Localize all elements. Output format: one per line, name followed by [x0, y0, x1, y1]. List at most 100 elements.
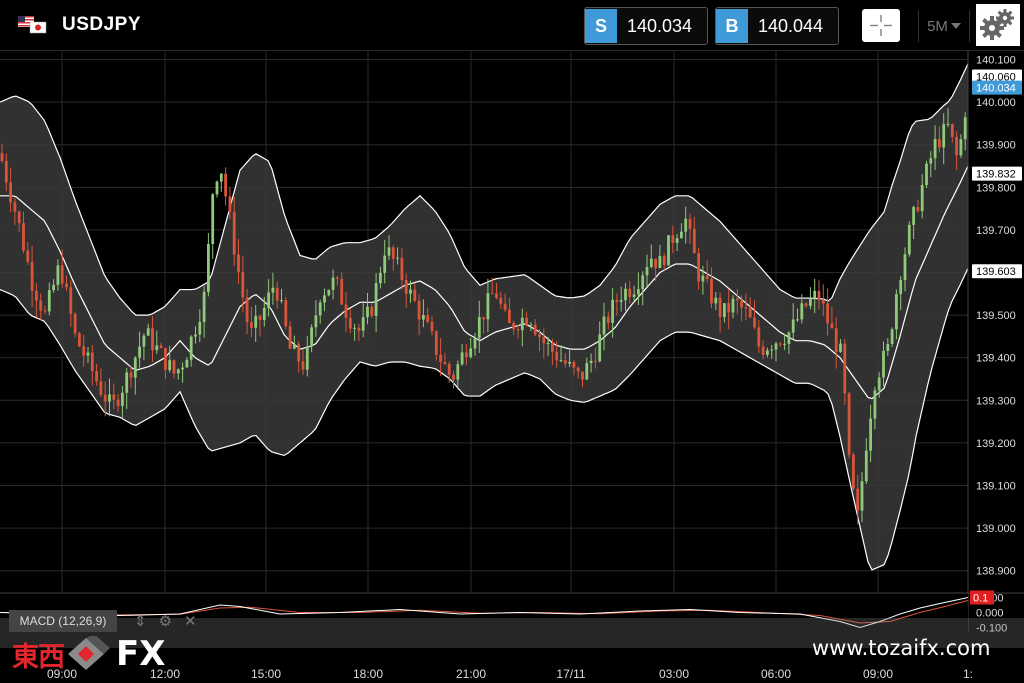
dropdown-arrow-icon	[950, 23, 961, 29]
price-marker-label: 140.034	[976, 83, 1016, 95]
candle-body	[4, 161, 8, 183]
candle-body	[920, 184, 924, 212]
time-axis-label: 09:00	[863, 667, 893, 681]
candle-body	[718, 297, 722, 318]
candle-body	[413, 289, 417, 302]
candle-body	[336, 277, 339, 279]
candle-body	[39, 300, 43, 311]
candle-body	[787, 332, 791, 344]
candle-body	[43, 310, 47, 312]
candle-body	[895, 294, 898, 330]
symbol-title[interactable]: USDJPY	[62, 14, 141, 36]
candle-body	[701, 275, 705, 282]
candle-body	[929, 158, 933, 164]
candle-body	[60, 265, 64, 284]
candle-body	[873, 390, 877, 419]
candle-body	[925, 163, 928, 185]
candle-body	[533, 324, 537, 335]
candle-body	[800, 303, 804, 320]
candle-body	[379, 272, 382, 284]
chart-settings-button[interactable]	[976, 4, 1020, 46]
buy-quote-button[interactable]: B 140.044	[715, 7, 839, 45]
candle-body	[327, 289, 331, 296]
candle-body	[280, 300, 283, 302]
price-tick-label: 139.500	[976, 310, 1016, 322]
macd-axis-label: 0.000	[976, 608, 1004, 620]
candle-body	[572, 361, 576, 368]
crosshair-icon	[870, 15, 892, 36]
candle-body	[469, 348, 473, 358]
candle-body	[452, 374, 455, 380]
candle-body	[942, 124, 946, 148]
candle-body	[35, 290, 38, 301]
candle-body	[761, 346, 765, 355]
candle-body	[933, 138, 937, 159]
candle-body	[525, 317, 528, 326]
candle-body	[254, 315, 258, 328]
price-tick-label: 139.300	[976, 395, 1016, 407]
macd-settings-gear-icon[interactable]: ⚙	[159, 612, 172, 630]
candle-body	[959, 139, 963, 156]
candle-body	[241, 272, 245, 298]
macd-label[interactable]: MACD (12,26,9)	[9, 610, 117, 632]
candle-body	[594, 360, 597, 362]
candle-body	[181, 367, 184, 370]
candle-body	[886, 344, 890, 351]
candle-body	[103, 394, 107, 402]
candle-body	[684, 218, 688, 232]
candle-body	[465, 352, 468, 358]
candle-body	[9, 182, 12, 203]
top-bar: USDJPY S 140.034 B 140.044 5M	[0, 0, 1024, 51]
candle-body	[361, 317, 365, 331]
candle-body	[344, 304, 348, 318]
candle-body	[473, 338, 477, 349]
move-arrows-icon[interactable]: ⇕	[134, 612, 147, 630]
time-axis-label: 15:00	[251, 667, 281, 681]
candle-body	[409, 289, 412, 294]
candle-body	[374, 283, 378, 316]
candle-body	[856, 488, 860, 511]
candle-body	[495, 293, 498, 299]
broker-logo: 東西 FX	[12, 634, 165, 674]
candle-body	[146, 328, 150, 336]
candle-body	[516, 329, 520, 331]
time-axis-label: 18:00	[353, 667, 383, 681]
candle-body	[899, 280, 903, 295]
candle-body	[490, 293, 494, 295]
candle-body	[73, 313, 77, 334]
candle-body	[17, 211, 21, 224]
candle-body	[198, 322, 202, 335]
candle-body	[237, 254, 240, 273]
candle-body	[151, 328, 154, 351]
candle-body	[310, 327, 313, 347]
candle-body	[946, 123, 950, 125]
candle-body	[774, 343, 778, 350]
candle-body	[619, 300, 623, 302]
candle-body	[641, 275, 645, 290]
candle-body	[555, 351, 559, 361]
candle-body	[90, 352, 94, 372]
candle-body	[847, 393, 851, 455]
timeframe-selector[interactable]: 5M	[918, 10, 970, 42]
candle-body	[602, 316, 606, 335]
candle-body	[628, 288, 632, 297]
candle-body	[404, 280, 408, 294]
sell-quote-button[interactable]: S 140.034	[584, 7, 708, 45]
candle-body	[121, 392, 124, 406]
candle-body	[224, 173, 227, 197]
macd-close-icon[interactable]: ✕	[184, 612, 197, 630]
sell-price: 140.034	[627, 15, 693, 36]
price-chart[interactable]: 140.100 140.000 139.900 139.800 139.700 139.6…	[0, 51, 1024, 683]
time-axis-label: 17/11	[556, 667, 585, 681]
crosshair-button[interactable]	[862, 9, 900, 42]
candle-body	[796, 319, 799, 321]
candle-body	[654, 258, 657, 269]
candle-body	[740, 300, 743, 308]
candle-body	[422, 315, 425, 320]
candle-body	[813, 290, 817, 299]
candle-body	[142, 335, 146, 347]
bollinger-upper-line	[0, 63, 969, 316]
candle-body	[688, 218, 692, 229]
candle-body	[202, 291, 206, 323]
candle-body	[129, 372, 133, 378]
